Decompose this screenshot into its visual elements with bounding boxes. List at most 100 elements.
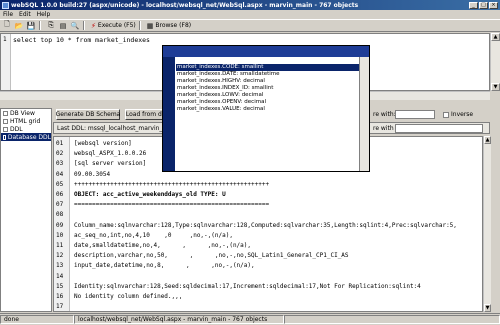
output-line: [sql server version]: [74, 160, 147, 168]
scroll-up-arrow[interactable]: ▲: [484, 136, 491, 144]
tree-node-icon: [3, 118, 8, 124]
tree-item-label: Database DDL: [7, 133, 51, 141]
status-bar: done localhost/websql_net/WebSql.aspx - …: [0, 313, 500, 325]
tree-item-label: DDL: [10, 125, 23, 133]
compare-with-select-2[interactable]: [395, 124, 483, 133]
toolbar-separator: [39, 21, 41, 30]
toolbar-separator: [138, 21, 141, 30]
output-line: websql_ASPX_1.0.0.26: [74, 150, 147, 158]
save-icon[interactable]: 💾: [26, 21, 36, 30]
output-line-number: 09: [56, 221, 64, 229]
title-bar: webSQL 1.0.0 build:27 (aspx/unicode) - l…: [0, 0, 500, 10]
autocomplete-item[interactable]: market_indexes.DATE: smalldatetime: [176, 71, 361, 78]
output-line-number: 10: [56, 231, 64, 239]
output-line: ++++++++++++++++++++++++++++++++++++++++…: [74, 180, 270, 188]
output-line-number: 08: [56, 211, 64, 219]
output-line-number: 03: [56, 160, 64, 168]
app-icon: [2, 1, 9, 9]
toolbar: 🗋 📂 💾 ⎘ ▤ 🔍 ⚡ Execute (F5) ▦ Browse (F8): [0, 19, 500, 32]
tree-node-icon: [3, 110, 8, 116]
inverse-checkbox-box[interactable]: [443, 111, 449, 118]
output-line: ========================================…: [74, 201, 270, 209]
browse-icon: ▦: [146, 21, 154, 30]
output-line: date,smalldatetime,no,4, , ,no,-,(n/a),: [74, 242, 252, 249]
autocomplete-item[interactable]: market_indexes.INDEX_ID: smallint: [176, 85, 361, 92]
output-line-number: 12: [56, 252, 64, 260]
output-line: [websql version]: [74, 140, 132, 147]
output-line: No identity column defined.,,,: [74, 293, 183, 300]
tree-node-icon: [3, 126, 8, 132]
output-line-number: 05: [56, 180, 64, 188]
output-line-number: 07: [56, 201, 64, 209]
new-document-icon[interactable]: 🗋: [2, 20, 12, 30]
output-line: OBJECT: acc_active_weekenddays_old TYPE:…: [74, 191, 226, 198]
tree-node-icon: [3, 134, 6, 140]
tree-item-ddl[interactable]: DDL: [1, 125, 51, 133]
autocomplete-popup: market_indexes.CODE: smallint market_inde…: [162, 45, 370, 172]
autocomplete-item[interactable]: market_indexes.CODE: smallint: [176, 64, 361, 71]
scroll-up-arrow[interactable]: ▲: [491, 33, 500, 41]
menu-help[interactable]: Help: [34, 11, 54, 18]
autocomplete-item[interactable]: market_indexes.VALUE: decimal: [176, 106, 361, 113]
output-line-number: 16: [56, 293, 64, 300]
compare-with-select[interactable]: [395, 110, 435, 119]
tree-item-html-grid[interactable]: HTML grid: [1, 117, 51, 125]
output-line-number: 15: [56, 282, 64, 290]
open-folder-icon[interactable]: 📂: [14, 21, 24, 30]
close-button[interactable]: ×: [489, 1, 498, 9]
tree-item-label: DB View: [10, 109, 35, 117]
autocomplete-item[interactable]: market_indexes.HIGHV: decimal: [176, 78, 361, 85]
autocomplete-scrollbar[interactable]: [359, 57, 369, 171]
minimize-button[interactable]: _: [469, 1, 478, 9]
output-line-number: 02: [56, 150, 64, 158]
generate-db-schema-button[interactable]: Generate DB Schema: [56, 109, 120, 120]
output-line-number: 11: [56, 242, 64, 249]
line-number: 1: [3, 36, 7, 43]
browse-button[interactable]: ▦ Browse (F8): [147, 22, 191, 30]
editor-vertical-scrollbar[interactable]: ▲ ▼: [490, 33, 500, 91]
autocomplete-item[interactable]: market_indexes.OPENV: decimal: [176, 99, 361, 106]
menu-bar: File Edit Help: [0, 10, 500, 19]
scroll-down-arrow[interactable]: ▼: [484, 304, 491, 312]
output-line: input_date,datetime,no,8, , ,no,-,(n/a),: [74, 262, 255, 270]
toolbar-separator: [83, 21, 85, 30]
output-line-number: 17: [56, 303, 64, 311]
properties-icon[interactable]: ▤: [58, 21, 68, 30]
output-line-number: 01: [56, 140, 64, 147]
scroll-down-arrow[interactable]: ▼: [491, 83, 500, 91]
execute-button[interactable]: ⚡ Execute (F5): [91, 22, 136, 30]
inverse-label: Inverse: [451, 111, 474, 118]
compare-with-label-2: re with: [373, 125, 394, 132]
output-line: description,varchar,no,50, , ,no,-,no,SQ…: [74, 252, 349, 260]
autocomplete-item[interactable]: market_indexes.LOWV: decimal: [176, 92, 361, 99]
status-right: [284, 315, 500, 324]
autocomplete-header: [163, 46, 369, 57]
compare-with-label: re with:: [373, 111, 396, 118]
output-line-number: 06: [56, 191, 64, 198]
autocomplete-gutter: [163, 57, 175, 171]
window-title: webSQL 1.0.0 build:27 (aspx/unicode) - l…: [11, 1, 359, 9]
copy-icon[interactable]: ⎘: [46, 21, 56, 30]
left-tree: DB View HTML grid DDL Database DDL: [0, 108, 52, 312]
maximize-button[interactable]: □: [479, 1, 488, 9]
sql-text[interactable]: select top 10 * from market_indexes: [13, 36, 150, 44]
status-left: done: [0, 315, 74, 324]
menu-file[interactable]: File: [0, 11, 16, 18]
output-line: Identity:sqlnvarchar:128,Seed:sqldecimal…: [74, 282, 421, 290]
tree-item-label: HTML grid: [10, 117, 41, 125]
inverse-checkbox[interactable]: Inverse: [443, 111, 473, 118]
editor-gutter: 1: [1, 34, 11, 90]
tree-item-db-view[interactable]: DB View: [1, 109, 51, 117]
menu-edit[interactable]: Edit: [16, 11, 34, 18]
search-icon[interactable]: 🔍: [70, 21, 80, 30]
status-middle: localhost/websql_net/WebSql.aspx - marvi…: [74, 315, 284, 324]
output-line: 09.00.3054: [74, 170, 111, 178]
execute-label: Execute (F5): [97, 22, 136, 29]
output-line: ac_seq_no,int,no,4,10 ,0 ,no,-,(n/a),: [74, 231, 233, 239]
output-vertical-scrollbar[interactable]: ▲ ▼: [483, 136, 491, 312]
browse-label: Browse (F8): [155, 22, 192, 29]
tree-item-database-ddl[interactable]: Database DDL: [1, 133, 51, 141]
execute-icon: ⚡: [91, 21, 96, 30]
output-line: Column_name:sqlnvarchar:128,Type:sqlnvar…: [74, 221, 457, 229]
output-line-number: 14: [56, 272, 64, 280]
